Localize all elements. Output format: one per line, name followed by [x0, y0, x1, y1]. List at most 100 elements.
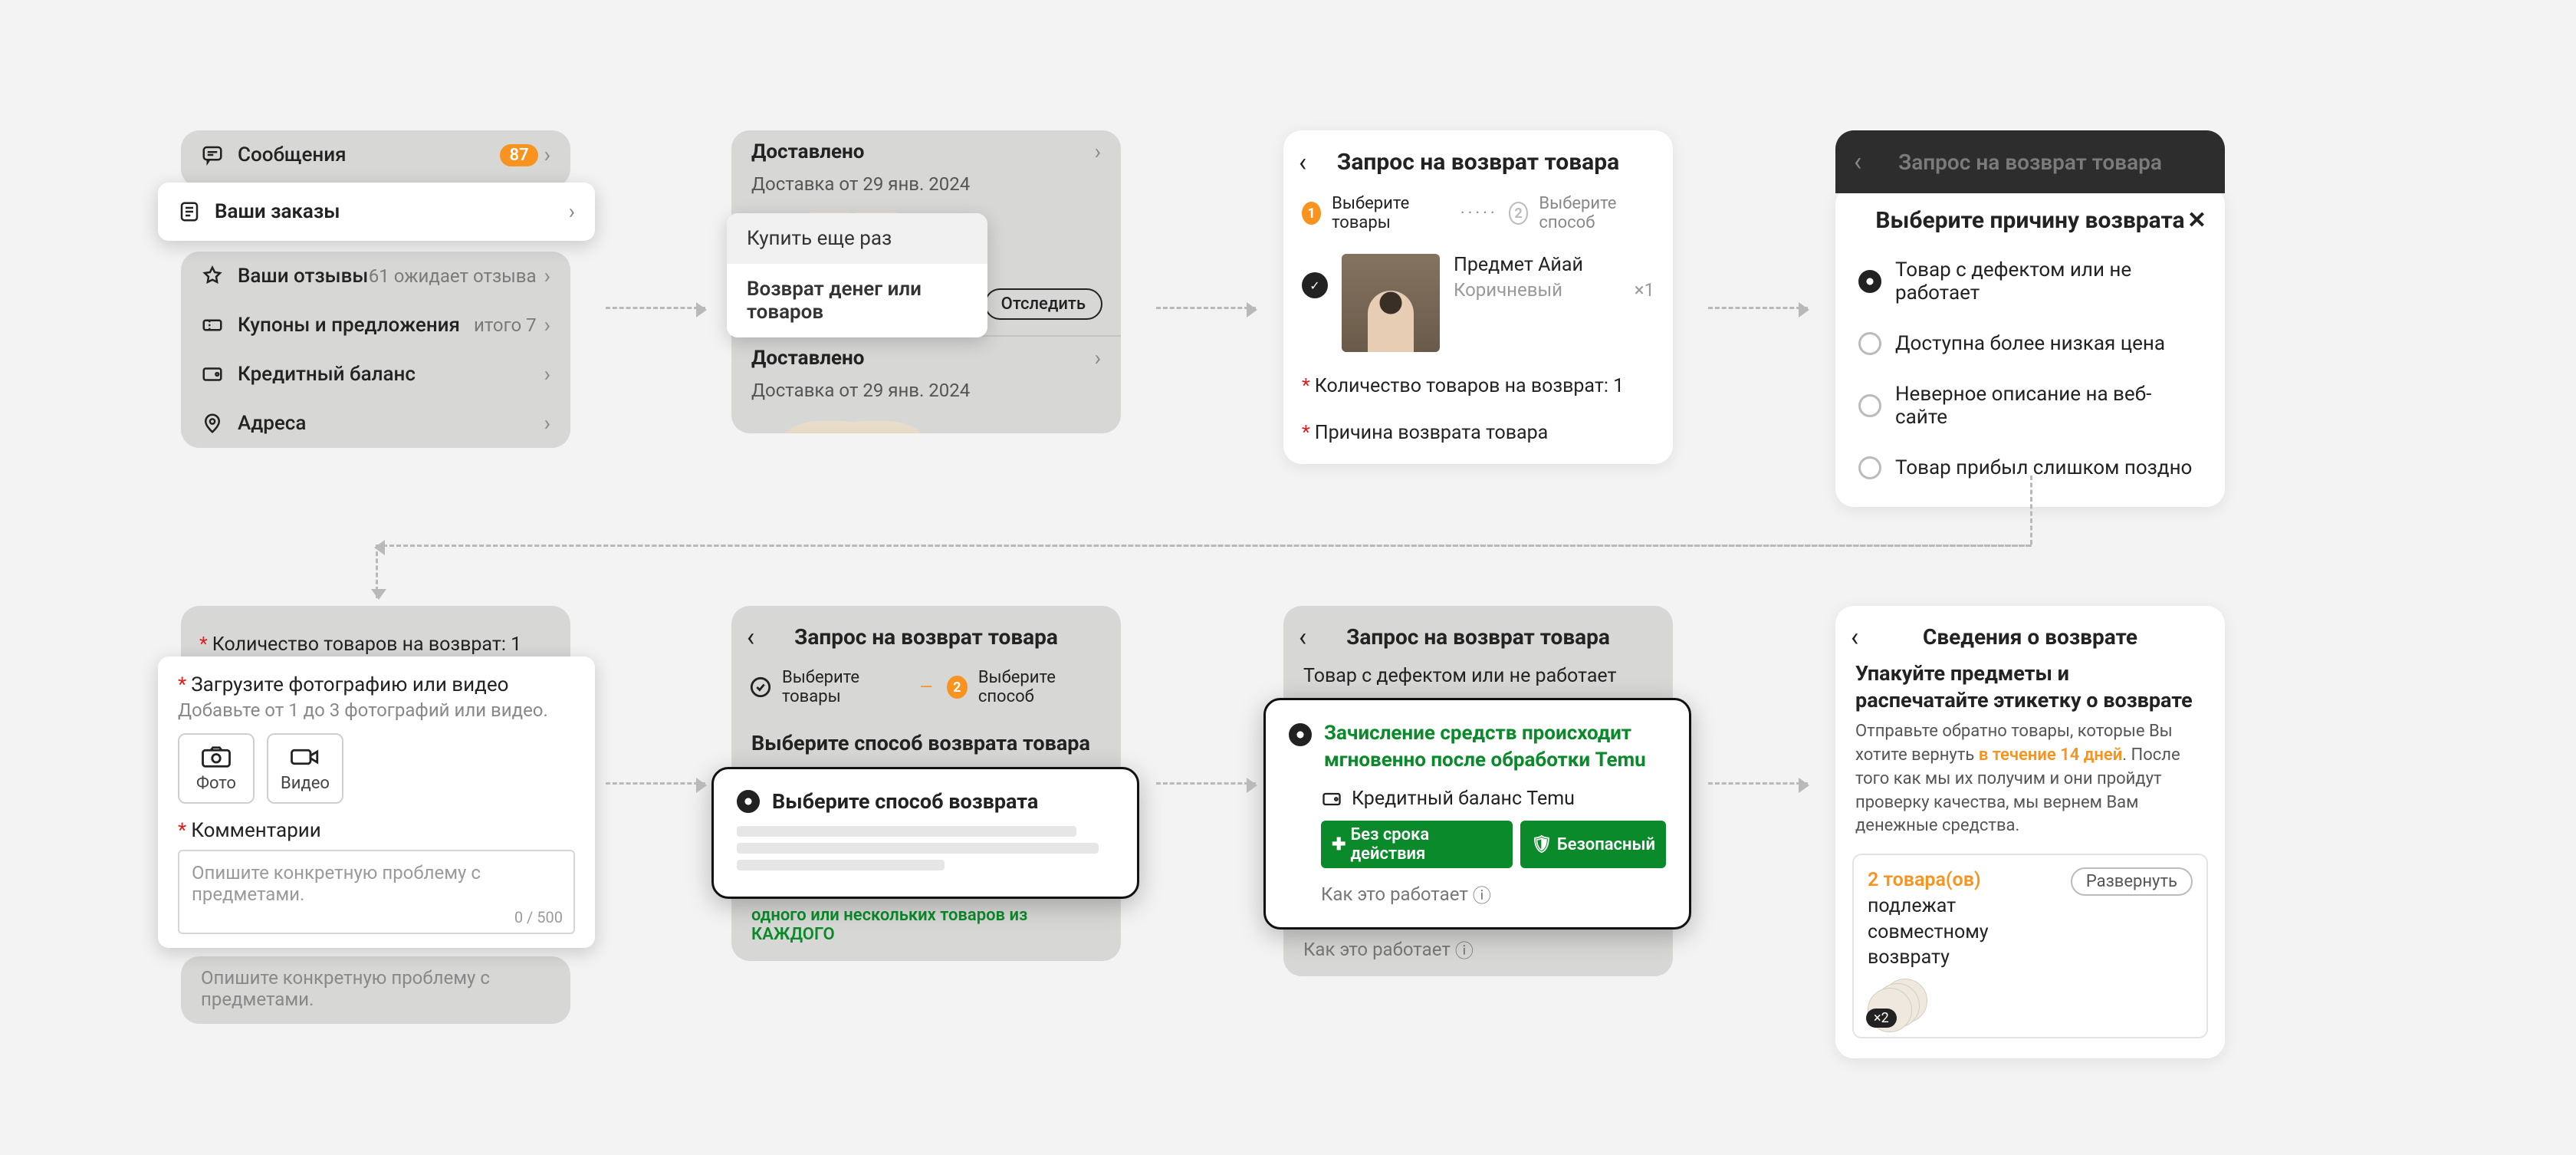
menu-coupons[interactable]: Купоны и предложения итого 7 ›: [181, 301, 570, 350]
coupons-label: Купоны и предложения: [238, 314, 474, 337]
orders-label: Ваши заказы: [215, 200, 569, 223]
arrow-right-icon: [606, 782, 705, 785]
menu-orders-highlighted[interactable]: Ваши заказы ›: [158, 183, 595, 241]
pin-icon: [201, 412, 224, 435]
modal-header: Выберите причину возврата ✕: [1835, 189, 2225, 245]
camera-icon: [200, 745, 232, 769]
step-1-done-icon: [750, 676, 771, 698]
arrow-connector: [376, 545, 2032, 547]
track-button[interactable]: Отследить: [984, 288, 1102, 320]
shield-icon: 🛡: [1531, 835, 1552, 854]
close-icon[interactable]: ✕: [2187, 207, 2206, 234]
reason-opt-2[interactable]: Доступна более низкая цена: [1835, 318, 2225, 369]
stepper: Выберите товары — 2 Выберите способ: [731, 660, 1121, 717]
question-icon: ⓘ: [1473, 880, 1491, 907]
chevron-right-icon: ›: [1095, 141, 1101, 163]
step-2-badge: 2: [947, 676, 968, 699]
page-title: Запрос на возврат товара: [794, 624, 1058, 650]
page-title: Запрос на возврат товара: [1337, 149, 1619, 176]
radio-icon: [1858, 394, 1881, 417]
reason-opt-3[interactable]: Неверное описание на веб-сайте: [1835, 369, 2225, 443]
pill-safe: 🛡Безопасный: [1520, 821, 1666, 868]
comments-label: *Комментарии: [178, 819, 575, 842]
pack-heading: Упакуйте предметы и распечатайте этикетк…: [1835, 660, 2225, 720]
modal-title: Выберите причину возврата: [1875, 207, 2184, 234]
back-icon[interactable]: ‹: [1299, 147, 1306, 178]
back-icon[interactable]: ‹: [1851, 622, 1858, 653]
radio-checked-icon: [1858, 270, 1881, 293]
arrow-right-icon: [1156, 782, 1256, 785]
how-it-works[interactable]: Как это работаетⓘ: [1321, 880, 1666, 907]
footer-green-text: одного или нескольких товаров из КАЖДОГО: [731, 903, 1121, 953]
upload-video-button[interactable]: Видео: [267, 733, 343, 804]
choose-heading: Выберите способ возврата товара: [731, 717, 1121, 763]
balance-label: Кредитный баланс Temu: [1352, 788, 1575, 810]
menu-addresses[interactable]: Адреса ›: [181, 399, 570, 448]
upload-popover: *Загрузите фотографию или видео Добавьте…: [158, 656, 595, 948]
reason-opt-1[interactable]: Товар с дефектом или не работает: [1835, 245, 2225, 318]
chat-icon: [201, 143, 224, 166]
step-1-badge: 1: [1302, 202, 1321, 225]
wallet-icon: [1321, 788, 1342, 810]
step-2-label: Выберите способ: [978, 668, 1102, 706]
header: ‹ Запрос на возврат товара: [731, 606, 1121, 660]
items-badge: ×2: [1866, 1009, 1897, 1028]
check-icon[interactable]: ✓: [1302, 272, 1328, 298]
shield-icon: ✚: [1332, 835, 1346, 854]
status-label: Доставлено: [751, 347, 1095, 370]
delivered-date-2: Доставка от 29 янв. 2024: [731, 380, 1121, 409]
page-title: Сведения о возврате: [1923, 624, 2137, 650]
order-actions-menu: Купить еще раз Возврат денег или товаров: [727, 213, 987, 337]
chevron-right-icon: ›: [544, 265, 550, 287]
credit-heading: Зачисление средств происходит мгновенно …: [1324, 720, 1666, 774]
chevron-right-icon: ›: [569, 201, 575, 222]
credit-label: Кредитный баланс: [238, 363, 544, 386]
arrow-right-icon: [606, 307, 705, 309]
wallet-icon: [201, 363, 224, 386]
page-title: Запрос на возврат товара: [1346, 624, 1610, 650]
menu-reviews[interactable]: Ваши отзывы 61 ожидает отзыва ›: [181, 252, 570, 301]
addresses-label: Адреса: [238, 412, 544, 435]
product-name: Предмет Айай: [1454, 254, 1654, 276]
radio-icon: [1858, 456, 1881, 479]
coupons-meta: итого 7: [474, 314, 537, 336]
items-count: 2 товара(ов): [1868, 869, 1981, 891]
delivered-date: Доставка от 29 янв. 2024: [731, 173, 1121, 199]
product-qty: ×1: [1635, 279, 1654, 301]
menu-credit[interactable]: Кредитный баланс ›: [181, 350, 570, 399]
chevron-right-icon: ›: [1095, 347, 1101, 369]
comments-textarea[interactable]: Опишите конкретную проблему с предметами…: [178, 850, 575, 934]
menu-return[interactable]: Возврат денег или товаров: [727, 264, 987, 337]
reviews-label: Ваши отзывы: [238, 265, 369, 288]
back-icon: ‹: [1854, 146, 1861, 177]
header: ‹ Запрос на возврат товара: [1283, 606, 1673, 660]
question-icon: ⓘ: [1455, 936, 1474, 962]
order-status-row-2[interactable]: Доставлено ›: [731, 337, 1121, 380]
upload-sub: Добавьте от 1 до 3 фотографий или видео.: [178, 699, 575, 721]
pack-body: Отправьте обратно товары, которые Вы хот…: [1835, 720, 2225, 849]
back-icon[interactable]: ‹: [747, 622, 754, 653]
menu-messages[interactable]: Сообщения 87 ›: [181, 130, 570, 179]
order-status-row[interactable]: Доставлено ›: [731, 130, 1121, 173]
step-1-label: Выберите товары: [782, 668, 909, 706]
step-2-label: Выберите способ: [1539, 194, 1654, 232]
dim-title: Запрос на возврат товара: [1898, 150, 2162, 175]
upload-photo-button[interactable]: Фото: [178, 733, 255, 804]
product-row[interactable]: ✓ Предмет Айай Коричневый ×1: [1283, 243, 1673, 363]
char-counter: 0 / 500: [514, 908, 563, 926]
expand-button[interactable]: Развернуть: [2071, 867, 2193, 896]
reason-line: Товар с дефектом или не работает: [1283, 660, 1673, 695]
product-image: [1342, 254, 1440, 352]
back-icon[interactable]: ‹: [1299, 622, 1306, 653]
credit-card[interactable]: Зачисление средств происходит мгновенно …: [1263, 698, 1691, 930]
reason-field[interactable]: *Причина возврата товара: [1283, 410, 1673, 464]
arrow-connector: [2030, 475, 2032, 545]
return-method-card[interactable]: Выберите способ возврата: [711, 767, 1139, 899]
menu-buy-again[interactable]: Купить еще раз: [727, 213, 987, 264]
how-it-works-dim[interactable]: Как это работаетⓘ: [1283, 933, 1673, 976]
header: ‹ Сведения о возврате: [1835, 606, 2225, 660]
chevron-right-icon: ›: [544, 413, 550, 434]
radio-icon: [1858, 332, 1881, 355]
arrow-down-icon: [376, 545, 378, 598]
menu-label: Сообщения: [238, 143, 500, 166]
